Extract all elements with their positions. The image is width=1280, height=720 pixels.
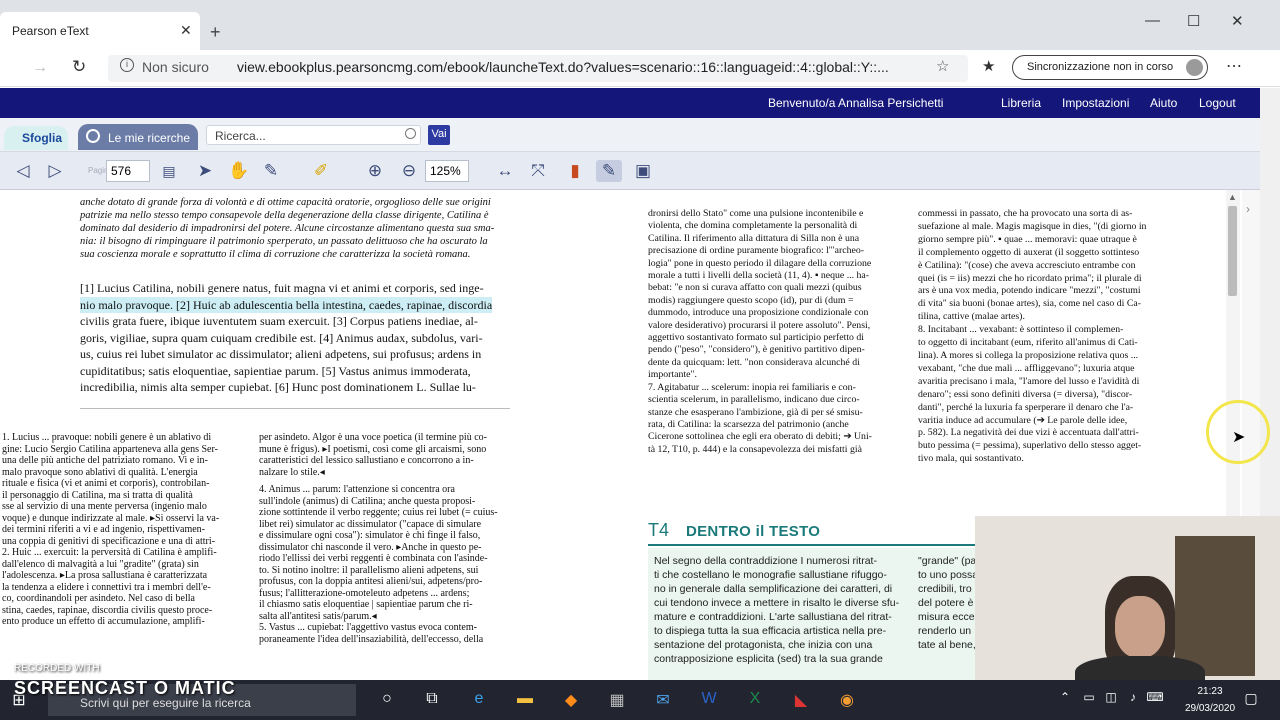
forward-icon[interactable]: → <box>32 59 48 77</box>
page-number-input[interactable]: 576 <box>106 160 150 182</box>
zoom-in-icon[interactable]: ⊕ <box>364 160 386 182</box>
notes-column-middle: per asindeto. Algor è una voce poetica (… <box>259 432 498 645</box>
fit-width-icon[interactable]: ↔ <box>494 160 516 182</box>
highlighter-icon[interactable]: ✐ <box>310 160 332 182</box>
webcam-person-face <box>1115 596 1165 658</box>
maximize-icon[interactable]: ☐ <box>1187 12 1200 30</box>
link-tool-icon[interactable]: ✎ <box>596 160 622 182</box>
tab-mie-ricerche[interactable]: Le mie ricerche <box>78 124 198 150</box>
section-number: T4 <box>648 520 670 540</box>
prev-page-icon[interactable]: ◁ <box>12 160 34 182</box>
tab-sfoglia[interactable]: Sfoglia <box>4 126 68 150</box>
pen-tool-icon[interactable]: ✎ <box>260 160 282 182</box>
profile-avatar-icon <box>1186 59 1203 76</box>
app2-icon[interactable]: ▦ <box>604 690 630 710</box>
scroll-up-icon[interactable]: ▲ <box>1228 192 1237 202</box>
browser-menu-icon[interactable]: ⋯ <box>1226 56 1242 76</box>
tab-close-icon[interactable]: ✕ <box>180 22 192 39</box>
magnifier-icon <box>86 129 100 143</box>
task-view-icon[interactable]: ⧉ <box>419 690 445 708</box>
webcam-overlay <box>975 516 1280 688</box>
tab-mie-ricerche-label: Le mie ricerche <box>108 131 191 145</box>
screencast-icon[interactable]: ◉ <box>834 690 860 710</box>
sync-button[interactable]: Sincronizzazione non in corso <box>1012 55 1208 80</box>
favorite-star-icon[interactable]: ☆ <box>936 57 949 75</box>
section-rule <box>648 544 978 546</box>
latin-text[interactable]: [1] Lucius Catilina, nobili genere natus… <box>80 280 493 396</box>
acrobat-icon[interactable]: ◣ <box>788 690 814 710</box>
close-window-icon[interactable]: ✕ <box>1231 12 1244 30</box>
tray-chevron-icon[interactable]: ⌃ <box>1052 690 1078 704</box>
ime-icon[interactable]: ⌨ <box>1142 690 1168 704</box>
search-toolbar: Sfoglia Le mie ricerche Ricerca... Vai <box>0 118 1260 152</box>
hand-tool-icon[interactable]: ✋ <box>228 160 250 182</box>
nav-impostazioni[interactable]: Impostazioni <box>1062 96 1129 110</box>
taskbar-date[interactable]: 29/03/2020 <box>1180 703 1240 714</box>
recorded-with-watermark: RECORDED WITH <box>14 663 100 674</box>
tab-title: Pearson eText <box>12 24 89 38</box>
insecure-label[interactable]: Non sicuro <box>142 59 209 75</box>
taskbar-time[interactable]: 21:23 <box>1180 686 1240 697</box>
browser-tab-bar: Pearson eText ✕ + — ☐ ✕ <box>0 0 1280 50</box>
sync-label: Sincronizzazione non in corso <box>1027 61 1174 73</box>
notes-column-right2: commessi in passato, che ha provocato un… <box>918 208 1147 465</box>
section-title: DENTRO il TESTO <box>686 523 821 540</box>
minimize-icon[interactable]: — <box>1145 12 1160 29</box>
dentro-il-testo-body-right: "grande" (pa to uno possa credibili, tro de… <box>918 555 979 651</box>
page-view-icon[interactable]: ▤ <box>158 160 180 182</box>
webcam-door <box>1175 536 1255 676</box>
info-icon[interactable]: i <box>120 58 134 72</box>
bookmark-icon[interactable]: ▮ <box>564 160 586 182</box>
url-text[interactable]: view.ebookplus.pearsoncmg.com/ebook/laun… <box>237 59 889 75</box>
app-icon[interactable]: ◆ <box>558 690 584 710</box>
cortana-icon[interactable]: ○ <box>374 690 400 708</box>
search-icon[interactable] <box>405 128 416 139</box>
dentro-il-testo-body: Nel segno della contraddizione I numeros… <box>654 555 900 665</box>
excel-icon[interactable]: X <box>742 690 768 708</box>
address-bar-row: → ↻ i Non sicuro view.ebookplus.pearsonc… <box>0 50 1280 87</box>
notifications-icon[interactable]: ▢ <box>1238 690 1264 707</box>
mail-icon[interactable]: ✉ <box>650 690 676 710</box>
browser-tab[interactable]: Pearson eText ✕ <box>0 12 200 50</box>
vai-button[interactable]: Vai <box>428 125 450 145</box>
pointer-tool-icon[interactable]: ➤ <box>194 160 216 182</box>
nav-logout[interactable]: Logout <box>1199 96 1236 110</box>
mouse-cursor-icon: ➤ <box>1232 429 1246 446</box>
section-divider <box>80 408 510 409</box>
refresh-icon[interactable]: ↻ <box>72 57 86 77</box>
zoom-out-icon[interactable]: ⊖ <box>398 160 420 182</box>
scrollbar-thumb[interactable] <box>1228 206 1237 296</box>
zoom-level-input[interactable]: 125% <box>425 160 469 182</box>
edge-icon[interactable]: e <box>466 690 492 708</box>
nav-libreria[interactable]: Libreria <box>1001 96 1041 110</box>
welcome-text: Benvenuto/a Annalisa Persichetti <box>768 96 944 110</box>
search-input[interactable]: Ricerca... <box>206 125 421 145</box>
tab-sfoglia-label: Sfoglia <box>22 131 63 145</box>
site-header: Benvenuto/a Annalisa Persichetti Libreri… <box>0 88 1260 118</box>
search-placeholder: Ricerca... <box>215 129 266 143</box>
screencast-watermark: SCREENCAST O MATIC <box>14 678 236 698</box>
intro-paragraph: anche dotato di grande forza di volontà … <box>80 197 495 260</box>
notes-column-left: 1. Lucius ... pravoque: nobili genere è … <box>2 432 220 627</box>
file-explorer-icon[interactable]: ▬ <box>512 690 538 708</box>
word-icon[interactable]: W <box>696 690 722 708</box>
notes-column-right1: dronirsi dello Stato" come una pulsione … <box>648 208 872 455</box>
media-tool-icon[interactable]: ▣ <box>630 160 656 182</box>
new-tab-button[interactable]: + <box>210 22 221 43</box>
favorites-list-icon[interactable]: ★ <box>982 57 995 75</box>
next-page-icon[interactable]: ▷ <box>44 160 66 182</box>
next-spread-icon[interactable]: › <box>1246 202 1250 216</box>
reader-toolbar: ◁ ▷ Pagina 576 ▤ ➤ ✋ ✎ ✐ ⊕ ⊖ 125% ↔ ⤧ ▮ … <box>0 152 1260 190</box>
nav-aiuto[interactable]: Aiuto <box>1150 96 1177 110</box>
fit-page-icon[interactable]: ⤧ <box>527 160 549 182</box>
